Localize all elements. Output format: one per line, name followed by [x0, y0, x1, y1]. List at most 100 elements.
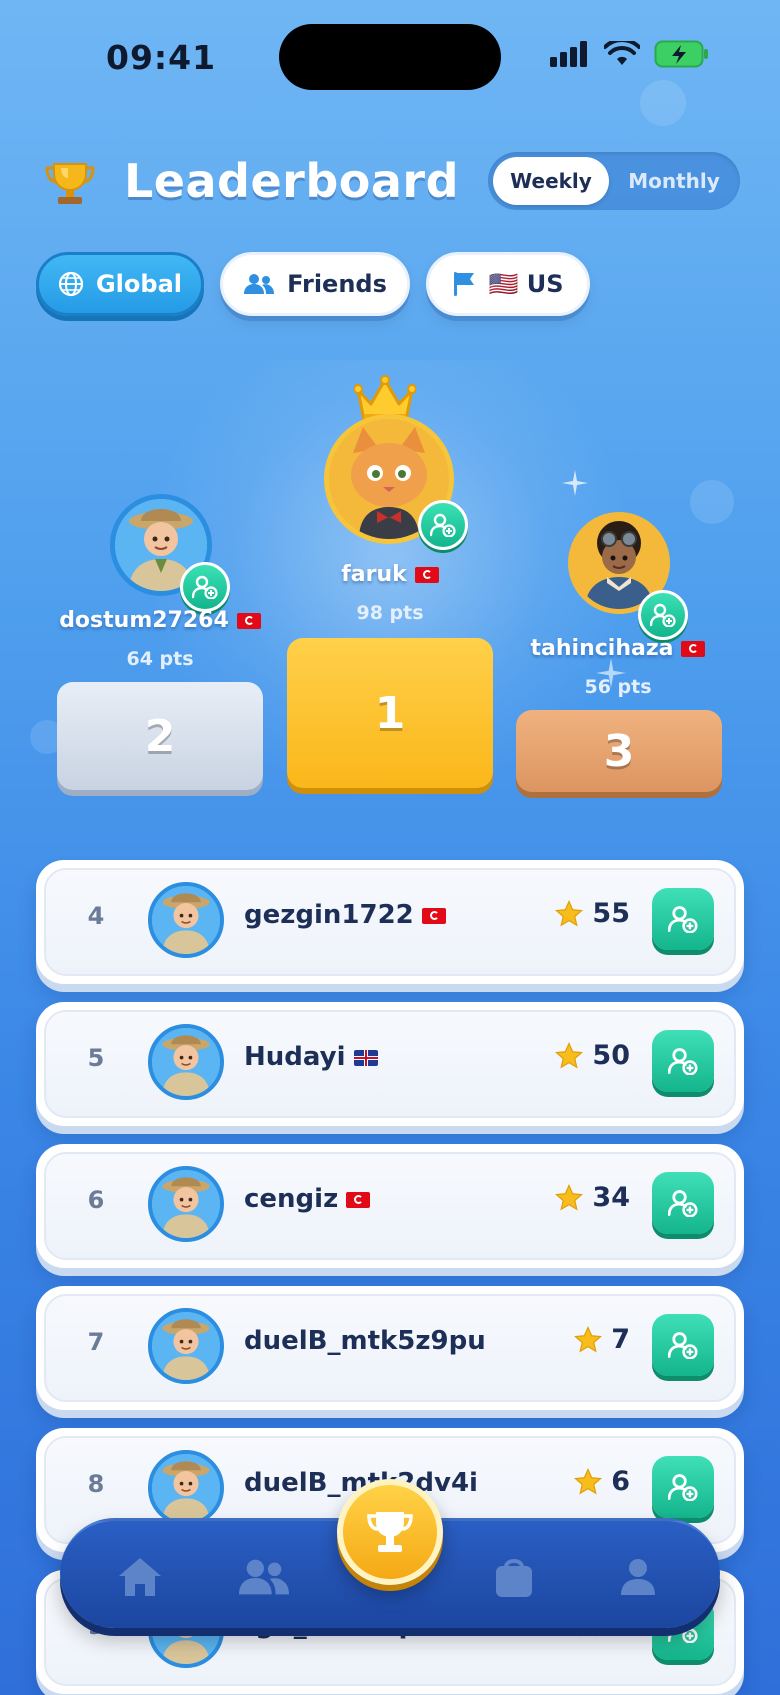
row-username: cengiz — [244, 1184, 371, 1214]
flag-tr-icon — [236, 613, 261, 629]
star-icon — [555, 899, 584, 927]
row-username: duelB_mtk5z9pu — [244, 1326, 486, 1356]
nav-friends-button[interactable] — [238, 1551, 290, 1603]
profile-icon — [621, 1559, 655, 1595]
avatar[interactable] — [148, 1450, 224, 1526]
signal-icon — [550, 41, 587, 67]
row-username-text: gezgin1722 — [244, 900, 414, 930]
wifi-icon — [604, 41, 640, 65]
row-score-value: 7 — [611, 1324, 630, 1355]
row-username-text: Hudayi — [244, 1042, 346, 1072]
row-username: Hudayi — [244, 1042, 378, 1072]
users-icon — [244, 274, 275, 294]
trophy-icon — [45, 163, 95, 204]
avatar[interactable] — [148, 1308, 224, 1384]
status-time: 09:41 — [106, 38, 217, 77]
row-rank: 6 — [87, 1186, 105, 1214]
add-friend-button[interactable] — [418, 500, 468, 550]
explorer-avatar-icon — [152, 1028, 220, 1096]
filter-chips: Global Friends 🇺🇸 US — [36, 252, 590, 316]
add-friend-button[interactable] — [652, 1172, 714, 1234]
filter-country-chip[interactable]: 🇺🇸 US — [426, 252, 590, 316]
bottom-nav — [60, 1479, 720, 1628]
add-user-icon — [192, 575, 218, 599]
row-rank: 5 — [87, 1044, 105, 1072]
avatar[interactable] — [148, 1166, 224, 1242]
filter-global-chip[interactable]: Global — [36, 252, 204, 316]
period-monthly-button[interactable]: Monthly — [612, 157, 736, 205]
nav-shop-button[interactable] — [488, 1551, 540, 1603]
row-rank: 7 — [87, 1328, 105, 1356]
sparkle-icon — [562, 470, 588, 496]
row-score: 7 — [573, 1324, 630, 1355]
table-row[interactable]: 4 gezgin1722 55 — [36, 860, 744, 984]
add-friend-button[interactable] — [652, 1456, 714, 1518]
add-user-icon — [668, 1048, 698, 1075]
podium-name-3: tahincihaza — [508, 636, 728, 661]
flag-gb-icon — [353, 1049, 378, 1066]
row-score-value: 50 — [592, 1040, 630, 1071]
add-user-icon — [668, 906, 698, 933]
row-username-text: duelB_mtk5z9pu — [244, 1326, 486, 1356]
page-title: Leaderboard — [124, 154, 460, 208]
flag-tr-icon — [681, 641, 706, 657]
podium: faruk 98 pts 1 dostum27264 64 pts 2 tahi… — [0, 340, 780, 810]
flag-tr-icon — [346, 1191, 371, 1208]
table-row[interactable]: 5 Hudayi 50 — [36, 1002, 744, 1126]
podium-block-3: 3 — [516, 710, 722, 792]
nav-leaderboard-button[interactable] — [337, 1479, 443, 1585]
period-weekly-button[interactable]: Weekly — [493, 157, 609, 205]
flag-icon — [454, 272, 475, 296]
add-friend-button[interactable] — [652, 888, 714, 950]
add-user-icon — [650, 603, 676, 627]
add-friend-button[interactable] — [638, 590, 688, 640]
filter-country-label: 🇺🇸 US — [488, 270, 564, 298]
podium-points-2: 64 pts — [126, 648, 194, 670]
add-friend-button[interactable] — [180, 562, 230, 612]
home-icon — [119, 1558, 161, 1596]
table-row[interactable]: 7 duelB_mtk5z9pu 7 — [36, 1286, 744, 1410]
shop-icon — [496, 1559, 532, 1597]
nav-home-button[interactable] — [114, 1551, 166, 1603]
flag-tr-icon — [414, 567, 439, 583]
star-icon — [574, 1325, 603, 1353]
add-user-icon — [668, 1332, 698, 1359]
podium-name-2-text: dostum27264 — [59, 608, 229, 633]
row-score: 50 — [554, 1040, 630, 1071]
row-score-value: 6 — [611, 1466, 630, 1497]
star-icon — [574, 1467, 603, 1495]
row-score: 55 — [554, 898, 630, 929]
globe-icon — [58, 271, 84, 297]
avatar[interactable] — [148, 1024, 224, 1100]
podium-points-1: 98 pts — [356, 602, 424, 624]
star-icon — [555, 1183, 584, 1211]
filter-friends-chip[interactable]: Friends — [220, 252, 410, 316]
podium-name-2: dostum27264 — [40, 608, 280, 633]
header: Leaderboard Weekly Monthly — [44, 150, 740, 216]
add-friend-button[interactable] — [652, 1030, 714, 1092]
table-row[interactable]: 6 cengiz 34 — [36, 1144, 744, 1268]
row-rank: 4 — [87, 902, 105, 930]
row-score: 6 — [573, 1466, 630, 1497]
star-icon — [555, 1041, 584, 1069]
row-score-value: 55 — [592, 898, 630, 929]
friends-icon — [238, 1559, 290, 1595]
row-score-value: 34 — [592, 1182, 630, 1213]
row-score: 34 — [554, 1182, 630, 1213]
dynamic-island — [279, 24, 501, 90]
row-username: gezgin1722 — [244, 900, 446, 930]
avatar[interactable] — [148, 882, 224, 958]
add-user-icon — [668, 1474, 698, 1501]
podium-name-1: faruk — [290, 562, 490, 587]
podium-block-1: 1 — [287, 638, 493, 788]
nav-profile-button[interactable] — [612, 1551, 664, 1603]
add-friend-button[interactable] — [652, 1314, 714, 1376]
podium-name-1-text: faruk — [341, 562, 407, 587]
status-icons — [550, 40, 710, 68]
battery-icon — [654, 40, 708, 68]
explorer-avatar-icon — [152, 1454, 220, 1522]
explorer-avatar-icon — [152, 886, 220, 954]
podium-name-3-text: tahincihaza — [530, 636, 674, 661]
row-rank: 8 — [87, 1470, 105, 1498]
add-user-icon — [668, 1190, 698, 1217]
